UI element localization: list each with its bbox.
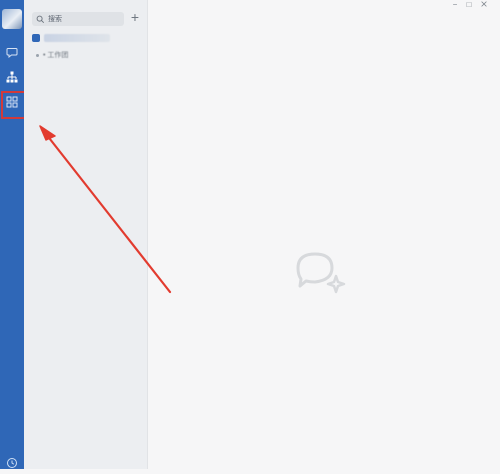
contacts-button[interactable] [5,70,19,84]
subitem-label: • 工作团 [43,52,69,59]
left-rail [0,0,27,469]
list-item[interactable]: • 工作团 [36,49,96,61]
maximize-button[interactable]: □ [463,0,475,10]
search-icon [36,15,45,23]
sidebar: 搜索 + • 工作团 [24,0,148,469]
chat-logo-icon [296,252,346,294]
chat-icon [6,48,18,59]
minimize-button[interactable]: − [449,0,461,10]
settings-button[interactable] [6,456,18,468]
close-button[interactable] [478,0,490,10]
avatar[interactable] [2,9,22,29]
main-pane: − □ [148,0,500,469]
search-placeholder: 搜索 [48,16,62,23]
clock-icon [7,458,17,468]
close-icon [481,1,487,7]
search-input[interactable]: 搜索 [32,12,124,26]
empty-state-logo [290,246,350,296]
bullet-dot [36,53,39,57]
blurred-contact-name [44,34,110,42]
org-chart-icon [6,71,18,83]
messages-button[interactable] [5,45,19,59]
contact-avatar [32,34,40,42]
list-item[interactable] [32,32,112,44]
new-button[interactable]: + [128,9,142,25]
